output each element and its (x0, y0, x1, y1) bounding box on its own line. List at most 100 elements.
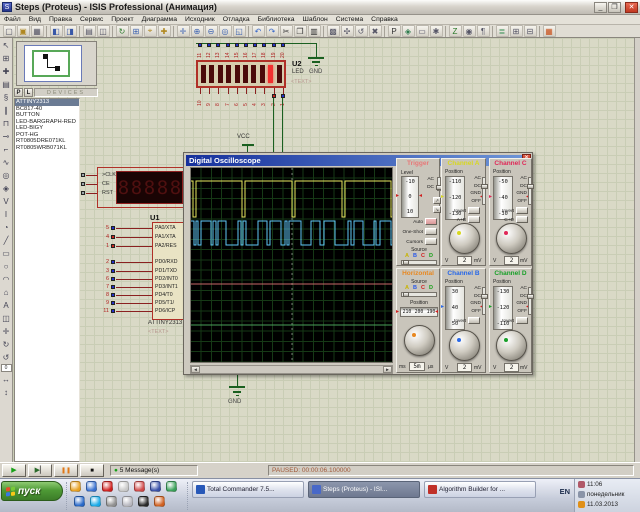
c-d-button[interactable] (516, 216, 528, 223)
trigger-edge-falling-button[interactable]: ↘ (433, 206, 441, 213)
channel-a-gain-knob[interactable] (449, 223, 480, 254)
menu-item-7[interactable]: Отладка (219, 15, 254, 25)
step-button[interactable]: ▶▏ (28, 464, 52, 477)
2d-path-mode[interactable]: ⌂ (0, 286, 12, 298)
device-item[interactable]: RT0805WRB071KL (15, 145, 79, 152)
quick-launch-4[interactable] (118, 481, 129, 492)
start-button[interactable]: пуск (1, 481, 63, 501)
text-script-mode[interactable]: § (0, 91, 12, 103)
quick-launch-3[interactable] (102, 481, 113, 492)
print[interactable]: ▤ (83, 25, 96, 37)
search-and-tag[interactable]: ◉ (463, 25, 476, 37)
tray-icon-1[interactable] (578, 481, 585, 488)
quick-launch-11[interactable] (122, 496, 133, 507)
pan[interactable]: ✛ (177, 25, 190, 37)
channel-b-coupling-slider[interactable] (482, 287, 486, 315)
task-button-0[interactable]: Total Commander 7.5... (192, 481, 304, 498)
new-file[interactable]: ▢ (3, 25, 16, 37)
quick-launch-8[interactable] (74, 496, 85, 507)
pause-button[interactable]: ❚❚ (54, 464, 78, 477)
menu-item-5[interactable]: Диаграмма (138, 15, 181, 25)
horizontal-position-slider[interactable]: 210 200 190 (400, 307, 438, 317)
toggle-grid[interactable]: ⊞ (130, 25, 143, 37)
quick-launch-7[interactable] (166, 481, 177, 492)
menu-item-1[interactable]: Вид (25, 15, 45, 25)
stop-button[interactable]: ■ (80, 464, 104, 477)
junction-dot-mode[interactable]: ✚ (0, 65, 12, 77)
channel-d-gain-knob[interactable] (496, 330, 527, 361)
property-assignment[interactable]: ¶ (477, 25, 490, 37)
2d-arc-mode[interactable]: ◠ (0, 273, 12, 285)
zoom-all[interactable]: ◎ (219, 25, 232, 37)
save-design[interactable]: ▦ (31, 25, 44, 37)
cursor-snap[interactable]: ✚ (158, 25, 171, 37)
tape-recorder-mode[interactable]: ◎ (0, 169, 12, 181)
2d-box-mode[interactable]: ▭ (0, 247, 12, 259)
block-rotate[interactable]: ↺ (355, 25, 368, 37)
play-button[interactable]: ▶ (2, 464, 26, 477)
menu-item-0[interactable]: Файл (0, 15, 25, 25)
2d-line-mode[interactable]: ╱ (0, 234, 12, 246)
remove-sheet[interactable]: ⊟ (524, 25, 537, 37)
zoom-out[interactable]: ⊖ (205, 25, 218, 37)
counter-display[interactable]: 88888>CLKCERST (97, 167, 186, 208)
redo[interactable]: ↷ (266, 25, 279, 37)
packaging-tool[interactable]: ▭ (416, 25, 429, 37)
mirror-vertical[interactable]: ↕ (0, 386, 12, 398)
2d-marker-mode[interactable]: ✛ (0, 325, 12, 337)
false-origin[interactable]: ⌖ (144, 25, 157, 37)
undo[interactable]: ↶ (252, 25, 265, 37)
cut[interactable]: ✂ (280, 25, 293, 37)
coupling-thumb[interactable] (481, 184, 488, 189)
device-list[interactable]: ATTINY2313BC817-40BUTTONLED-BARGRAPH-RED… (14, 98, 80, 462)
generator-mode[interactable]: ◈ (0, 182, 12, 194)
buses-mode[interactable]: ∥ (0, 104, 12, 116)
virtual-instruments-mode[interactable]: ◔ (0, 221, 12, 233)
invert-button[interactable] (516, 317, 528, 324)
invert-button[interactable] (468, 317, 480, 324)
2d-symbol-mode[interactable]: ◫ (0, 312, 12, 324)
open-design[interactable]: ▣ (17, 25, 30, 37)
subcircuit-mode[interactable]: ⊓ (0, 117, 12, 129)
block-copy[interactable]: ▩ (327, 25, 340, 37)
quick-launch-6[interactable] (150, 481, 161, 492)
language-indicator[interactable]: EN (560, 487, 570, 496)
invert-button[interactable] (468, 207, 480, 214)
minimize-button[interactable]: _ (594, 2, 607, 13)
menu-item-8[interactable]: Библиотека (254, 15, 299, 25)
block-move[interactable]: ✣ (341, 25, 354, 37)
library-button[interactable]: L (24, 88, 33, 97)
block-delete[interactable]: ✖ (369, 25, 382, 37)
scroll-left-icon[interactable]: ◄ (191, 366, 200, 373)
trigger-auto-button[interactable] (425, 218, 437, 225)
device-pins-mode[interactable]: ⌐ (0, 143, 12, 155)
overview-window[interactable] (16, 41, 97, 86)
task-button-1[interactable]: Steps (Proteus) - ISI... (308, 481, 420, 498)
a-b-button[interactable] (468, 216, 480, 223)
quick-launch-2[interactable] (86, 481, 97, 492)
menu-item-9[interactable]: Шаблон (299, 15, 332, 25)
menu-item-3[interactable]: Сервис (76, 15, 107, 25)
quick-launch-10[interactable] (106, 496, 117, 507)
menu-item-4[interactable]: Проект (107, 15, 137, 25)
oscilloscope-scrollbar[interactable]: ◄ ► (190, 365, 393, 374)
channel-b-gain-knob[interactable] (449, 330, 480, 361)
quick-launch-5[interactable] (134, 481, 145, 492)
2d-text-mode[interactable]: A (0, 299, 12, 311)
channel-c-gain-knob[interactable] (496, 223, 527, 254)
trigger-edge-rising-button[interactable]: ↗ (433, 197, 441, 204)
rotate-clockwise[interactable]: ↻ (0, 338, 12, 350)
angle-field[interactable]: 0 (1, 364, 12, 372)
new-sheet[interactable]: ⊞ (510, 25, 523, 37)
close-button[interactable]: ✕ (625, 2, 638, 13)
wire-autorouter[interactable]: Z (449, 25, 462, 37)
import-section[interactable]: ◧ (50, 25, 63, 37)
zoom-in[interactable]: ⊕ (191, 25, 204, 37)
trigger-level-slider[interactable]: -10 0 10 (401, 176, 419, 218)
trigger-source-slider[interactable] (401, 260, 437, 265)
coupling-thumb[interactable] (527, 184, 534, 189)
mark-output-area[interactable]: ◫ (97, 25, 110, 37)
quick-launch-1[interactable] (70, 481, 81, 492)
menu-item-6[interactable]: Исходник (181, 15, 219, 25)
oscilloscope-window[interactable]: Digital Oscilloscope ✕ ◄ ► Trigger Level… (183, 152, 533, 375)
